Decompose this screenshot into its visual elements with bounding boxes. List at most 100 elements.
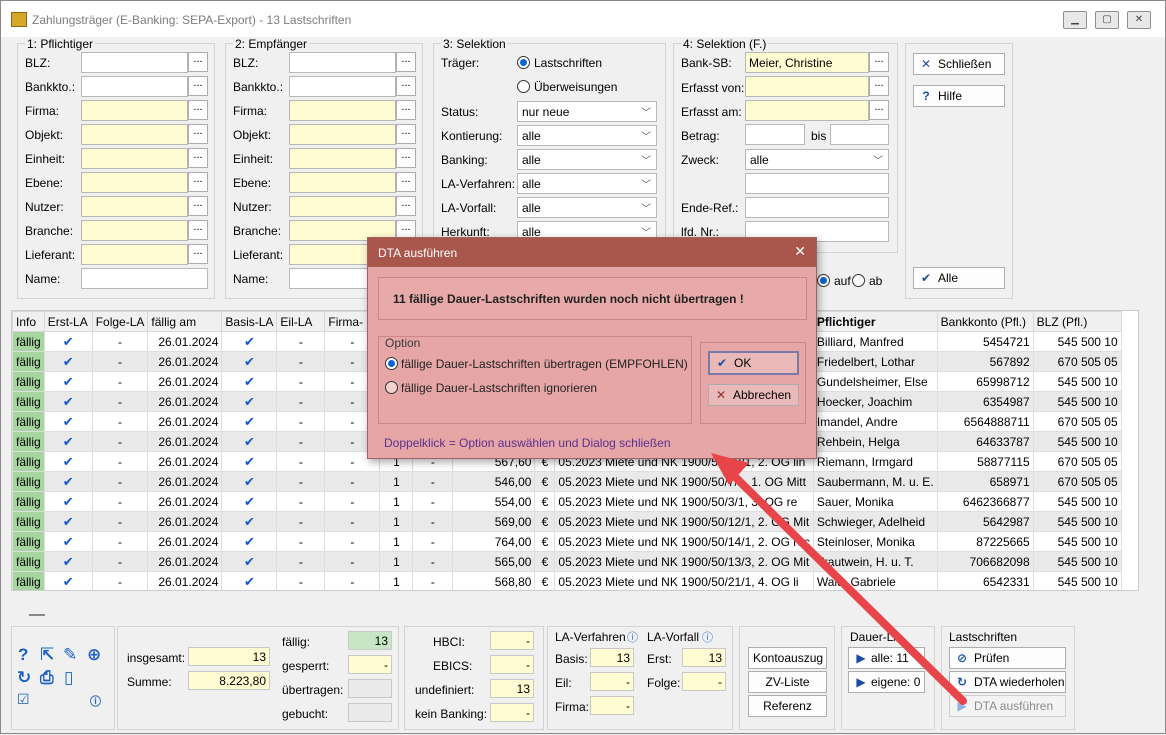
schliessen-button[interactable]: ✕ Schließen bbox=[913, 53, 1005, 75]
table-row[interactable]: fällig ✔ -26.01.2024 ✔ - -1-546,00 €05.2023 Mi… bbox=[12, 471, 1122, 492]
selektion-select-0[interactable]: nur neue ﹀ bbox=[517, 101, 657, 122]
pflichtiger-field-8[interactable] bbox=[81, 244, 188, 265]
pointer-icon[interactable]: ⇱ bbox=[40, 645, 54, 665]
bank-sb-browse-button[interactable]: ... bbox=[869, 52, 889, 72]
table-row[interactable]: fällig ✔ -26.01.2024 ✔ - -1-764,00 €05.2023 Mi… bbox=[12, 531, 1122, 552]
pflichtiger-field-7[interactable] bbox=[81, 220, 188, 241]
empfaenger-browse-button-0[interactable]: ... bbox=[396, 52, 416, 72]
pruefen-button[interactable]: ⊘ Prüfen bbox=[949, 647, 1066, 669]
column-header-5[interactable]: Eil-LA bbox=[276, 311, 326, 332]
empfaenger-browse-button-2[interactable]: ... bbox=[396, 100, 416, 120]
hilfe-button[interactable]: ? Hilfe bbox=[913, 85, 1005, 107]
maximize-button[interactable]: ▢ bbox=[1095, 11, 1119, 29]
info-icon[interactable]: ⓘ bbox=[627, 629, 638, 645]
minimize-button[interactable]: ▁ bbox=[1063, 11, 1087, 29]
column-header-3[interactable]: fällig am bbox=[147, 311, 223, 332]
table-row[interactable]: fällig ✔ -26.01.2024 ✔ - -1-565,00 €05.2023 Mi… bbox=[12, 551, 1122, 572]
pflichtiger-browse-button-4[interactable]: ... bbox=[188, 148, 208, 168]
alle-button[interactable]: ✔ Alle bbox=[913, 267, 1005, 289]
pflichtiger-field-6[interactable] bbox=[81, 196, 188, 217]
table-row[interactable]: fällig ✔ -26.01.2024 ✔ - -1-568,80 €05.2023 Mi… bbox=[12, 571, 1122, 590]
column-header-1[interactable]: Erst-LA bbox=[43, 311, 93, 332]
dialog-cancel-button[interactable]: ✕ Abbrechen bbox=[708, 384, 799, 406]
selektion-select-4[interactable]: alle ﹀ bbox=[517, 197, 657, 218]
kontoauszug-button[interactable]: Kontoauszug bbox=[748, 647, 827, 669]
checkbox-icon[interactable]: ☑ bbox=[17, 691, 30, 708]
pflichtiger-browse-button-1[interactable]: ... bbox=[188, 76, 208, 96]
pflichtiger-browse-button-5[interactable]: ... bbox=[188, 172, 208, 192]
pflichtiger-browse-button-8[interactable]: ... bbox=[188, 244, 208, 264]
column-header-2[interactable]: Folge-LA bbox=[91, 311, 149, 332]
radio-auf[interactable] bbox=[817, 274, 830, 287]
info-icon[interactable]: ⓘ bbox=[702, 629, 713, 645]
pflichtiger-field-1[interactable] bbox=[81, 76, 188, 97]
empfaenger-browse-button-1[interactable]: ... bbox=[396, 76, 416, 96]
empfaenger-field-5[interactable] bbox=[289, 172, 396, 193]
bank-sb-field[interactable]: Meier, Christine bbox=[745, 52, 869, 73]
empfaenger-browse-button-4[interactable]: ... bbox=[396, 148, 416, 168]
refresh-icon[interactable]: ↻ bbox=[17, 668, 31, 688]
printer-icon[interactable]: ⎙ bbox=[40, 668, 54, 688]
ende-ref-field[interactable] bbox=[745, 197, 889, 218]
radio-ueberweisungen[interactable] bbox=[517, 80, 530, 93]
selektion-select-2[interactable]: alle ﹀ bbox=[517, 149, 657, 170]
betrag-from-field[interactable] bbox=[745, 124, 805, 145]
dialog-radio-ignorieren[interactable] bbox=[385, 381, 398, 394]
pflichtiger-browse-button-0[interactable]: ... bbox=[188, 52, 208, 72]
empfaenger-browse-button-5[interactable]: ... bbox=[396, 172, 416, 192]
column-header-0[interactable]: Info bbox=[12, 311, 45, 332]
selektion-select-3[interactable]: alle ﹀ bbox=[517, 173, 657, 194]
selektion-select-1[interactable]: alle ﹀ bbox=[517, 125, 657, 146]
empfaenger-field-4[interactable] bbox=[289, 148, 396, 169]
pflichtiger-field-4[interactable] bbox=[81, 148, 188, 169]
info-icon[interactable]: ⓘ bbox=[90, 693, 101, 709]
pflichtiger-browse-button-6[interactable]: ... bbox=[188, 196, 208, 216]
column-header-14[interactable]: BLZ (Pfl.) bbox=[1032, 311, 1122, 332]
dauer-alle-button[interactable]: ▶ alle: 11 bbox=[848, 647, 925, 669]
pflichtiger-browse-button-3[interactable]: ... bbox=[188, 124, 208, 144]
erfasst-von-browse-button[interactable]: ... bbox=[869, 76, 889, 96]
empfaenger-field-3[interactable] bbox=[289, 124, 396, 145]
betrag-to-field[interactable] bbox=[830, 124, 889, 145]
dialog-radio-uebertragen[interactable] bbox=[385, 357, 398, 370]
zweck-text-field[interactable] bbox=[745, 173, 889, 194]
erfasst-von-field[interactable] bbox=[745, 76, 869, 97]
office-icon[interactable]: ▯ bbox=[64, 668, 73, 688]
erfasst-am-browse-button[interactable]: ... bbox=[869, 100, 889, 120]
zv-liste-button[interactable]: ZV-Liste bbox=[748, 671, 827, 693]
empfaenger-field-6[interactable] bbox=[289, 196, 396, 217]
column-header-4[interactable]: Basis-LA bbox=[221, 311, 278, 332]
dta-wiederholen-button[interactable]: ↻ DTA wiederholen bbox=[949, 671, 1066, 693]
empfaenger-field-0[interactable] bbox=[289, 52, 396, 73]
pflichtiger-field-3[interactable] bbox=[81, 124, 188, 145]
pflichtiger-field-9[interactable] bbox=[81, 268, 208, 289]
empfaenger-field-2[interactable] bbox=[289, 100, 396, 121]
pencil-icon[interactable]: ✎ bbox=[63, 645, 77, 665]
folge-label: Folge: bbox=[647, 676, 681, 690]
table-row[interactable]: fällig ✔ -26.01.2024 ✔ - -1-554,00 €05.2023 Mi… bbox=[12, 491, 1122, 512]
splitter-handle[interactable] bbox=[29, 614, 45, 616]
column-header-13[interactable]: Bankkonto (Pfl.) bbox=[936, 311, 1034, 332]
empfaenger-browse-button-3[interactable]: ... bbox=[396, 124, 416, 144]
radio-lastschriften[interactable] bbox=[517, 56, 530, 69]
pflichtiger-browse-button-7[interactable]: ... bbox=[188, 220, 208, 240]
dialog-ok-button[interactable]: ✔ OK bbox=[708, 351, 799, 375]
zweck-select[interactable]: alle ﹀ bbox=[745, 149, 889, 170]
column-header-12[interactable]: Pflichtiger bbox=[812, 311, 938, 332]
help-icon[interactable]: ? bbox=[18, 645, 28, 665]
empfaenger-field-1[interactable] bbox=[289, 76, 396, 97]
dta-ausfuehren-button[interactable]: ▶ DTA ausführen bbox=[949, 695, 1066, 717]
erfasst-am-field[interactable] bbox=[745, 100, 869, 121]
table-row[interactable]: fällig ✔ -26.01.2024 ✔ - -1-569,00 €05.2023 Mi… bbox=[12, 511, 1122, 532]
referenz-button[interactable]: Referenz bbox=[748, 695, 827, 717]
pflichtiger-browse-button-2[interactable]: ... bbox=[188, 100, 208, 120]
dauer-eigene-button[interactable]: ▶ eigene: 0 bbox=[848, 671, 925, 693]
dialog-close-icon[interactable]: ✕ bbox=[794, 243, 806, 260]
add-circle-icon[interactable]: ⊕ bbox=[87, 645, 101, 665]
pflichtiger-field-0[interactable] bbox=[81, 52, 188, 73]
radio-ab[interactable] bbox=[852, 274, 865, 287]
empfaenger-browse-button-6[interactable]: ... bbox=[396, 196, 416, 216]
pflichtiger-field-2[interactable] bbox=[81, 100, 188, 121]
close-button[interactable]: ✕ bbox=[1127, 11, 1151, 29]
pflichtiger-field-5[interactable] bbox=[81, 172, 188, 193]
